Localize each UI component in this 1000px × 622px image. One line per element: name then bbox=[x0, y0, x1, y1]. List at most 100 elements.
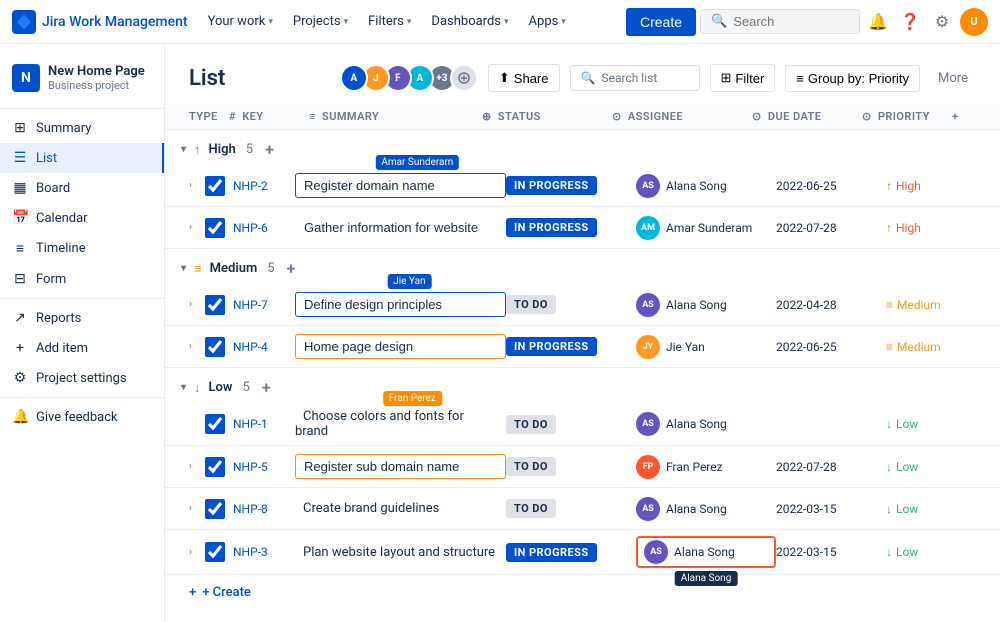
sidebar-project: N New Home Page Business project bbox=[0, 56, 164, 104]
group-high-add[interactable]: + bbox=[265, 140, 274, 159]
summary-input-nhp4[interactable] bbox=[295, 334, 506, 359]
row-key-nhp5[interactable]: NHP-5 bbox=[225, 460, 295, 474]
nav-dashboards[interactable]: Dashboards ▾ bbox=[423, 10, 516, 33]
tooltip-fran-perez: Fran Perez bbox=[383, 391, 442, 406]
search-list-input[interactable]: 🔍 Search list bbox=[570, 65, 700, 91]
row-priority-nhp8: ↓ Low bbox=[886, 502, 976, 516]
row-key-nhp6[interactable]: NHP-6 bbox=[225, 221, 295, 235]
col-add-header[interactable]: + bbox=[952, 110, 976, 123]
sidebar-item-calendar[interactable]: 📅 Calendar bbox=[0, 203, 164, 233]
search-input[interactable] bbox=[733, 14, 833, 29]
row-key-nhp3[interactable]: NHP-3 bbox=[225, 545, 295, 559]
row-checkbox-nhp4[interactable] bbox=[205, 337, 225, 357]
nav-projects[interactable]: Projects ▾ bbox=[285, 10, 356, 33]
settings-button[interactable]: ⚙ bbox=[928, 8, 956, 36]
assignee-tooltip-nhp3: Alana Song bbox=[675, 571, 738, 586]
priority-icon-nhp8: ↓ bbox=[886, 502, 892, 516]
assignee-avatar-nhp8: AS bbox=[636, 497, 660, 521]
sidebar-item-board[interactable]: ▦ Board bbox=[0, 173, 164, 203]
avatar-add[interactable] bbox=[450, 64, 478, 92]
status-badge-nhp8: TO DO bbox=[506, 499, 556, 518]
priority-icon-nhp4: ≡ bbox=[886, 340, 893, 354]
row-checkbox-nhp3[interactable] bbox=[205, 542, 225, 562]
assignee-avatar-nhp7: AS bbox=[636, 293, 660, 317]
nav-apps[interactable]: Apps ▾ bbox=[521, 10, 574, 33]
chevron-down-icon: ▾ bbox=[407, 17, 412, 27]
row-duedate-nhp6: 2022-07-28 bbox=[776, 221, 886, 235]
row-checkbox-nhp6[interactable] bbox=[205, 218, 225, 238]
jira-logo-icon bbox=[12, 10, 36, 34]
row-expand-nhp2[interactable]: › bbox=[189, 180, 205, 191]
row-key-nhp4[interactable]: NHP-4 bbox=[225, 340, 295, 354]
row-key-nhp2[interactable]: NHP-2 bbox=[225, 179, 295, 193]
row-checkbox-nhp1[interactable] bbox=[205, 414, 225, 434]
assignee-avatar-nhp1: AS bbox=[636, 412, 660, 436]
sidebar-item-list[interactable]: ☰ List bbox=[0, 143, 164, 173]
row-expand-nhp7[interactable]: › bbox=[189, 299, 205, 310]
row-checkbox-nhp8[interactable] bbox=[205, 499, 225, 519]
row-priority-nhp7: ≡ Medium bbox=[886, 298, 976, 312]
form-icon: ⊟ bbox=[12, 271, 28, 287]
row-expand-nhp3[interactable]: › bbox=[189, 547, 205, 558]
share-button[interactable]: ⬆ Share bbox=[488, 64, 560, 92]
nav-filters[interactable]: Filters ▾ bbox=[360, 10, 419, 33]
row-checkbox-nhp2[interactable] bbox=[205, 176, 225, 196]
hash-icon: # bbox=[229, 110, 236, 123]
sidebar-item-summary[interactable]: ⊞ Summary bbox=[0, 113, 164, 143]
sidebar-item-reports[interactable]: ↗ Reports bbox=[0, 303, 164, 333]
sidebar-item-project-settings[interactable]: ⚙ Project settings bbox=[0, 363, 164, 393]
sidebar-item-add-item[interactable]: + Add item bbox=[0, 333, 164, 363]
row-duedate-nhp3: 2022-03-15 bbox=[776, 545, 886, 559]
col-duedate-header: ⊙ Due date bbox=[752, 110, 862, 123]
summary-input-nhp6[interactable] bbox=[295, 215, 506, 240]
more-button[interactable]: More bbox=[930, 66, 976, 91]
high-priority-icon: ↑ bbox=[194, 142, 201, 158]
top-nav: Jira Work Management Your work ▾ Project… bbox=[0, 0, 1000, 44]
priority-col-icon: ⊙ bbox=[862, 110, 872, 123]
priority-icon-nhp2: ↑ bbox=[886, 179, 892, 193]
row-key-nhp1[interactable]: NHP-1 bbox=[225, 417, 295, 431]
group-by-button[interactable]: ≡ Group by: Priority bbox=[785, 65, 920, 92]
row-key-nhp8[interactable]: NHP-8 bbox=[225, 502, 295, 516]
summary-input-nhp2[interactable] bbox=[295, 173, 506, 198]
group-low-add[interactable]: + bbox=[262, 378, 271, 397]
group-low-expand[interactable]: ▾ bbox=[181, 382, 186, 393]
assignee-name-nhp8: Alana Song bbox=[666, 502, 727, 516]
sidebar-item-form[interactable]: ⊟ Form bbox=[0, 264, 164, 294]
create-row[interactable]: + + Create bbox=[165, 575, 1000, 610]
group-medium-add[interactable]: + bbox=[287, 259, 296, 278]
help-button[interactable]: ❓ bbox=[896, 8, 924, 36]
summary-input-nhp7[interactable] bbox=[295, 292, 506, 317]
reports-icon: ↗ bbox=[12, 310, 28, 326]
assignee-name-nhp5: Fran Perez bbox=[666, 460, 723, 474]
row-priority-nhp1: ↓ Low bbox=[886, 417, 976, 431]
sidebar-item-timeline[interactable]: ≡ Timeline bbox=[0, 233, 164, 264]
avatar-1[interactable]: A bbox=[340, 64, 368, 92]
group-high-expand[interactable]: ▾ bbox=[181, 144, 186, 155]
row-expand-nhp5[interactable]: › bbox=[189, 461, 205, 472]
summary-input-nhp5[interactable] bbox=[295, 454, 506, 479]
status-badge-nhp5: TO DO bbox=[506, 457, 556, 476]
share-icon: ⬆ bbox=[499, 70, 510, 86]
row-duedate-nhp7: 2022-04-28 bbox=[776, 298, 886, 312]
group-medium-expand[interactable]: ▾ bbox=[181, 263, 186, 274]
nav-logo[interactable]: Jira Work Management bbox=[12, 10, 188, 34]
chevron-down-icon: ▾ bbox=[344, 17, 349, 27]
user-avatar[interactable]: U bbox=[960, 8, 988, 36]
summary-text-nhp1: Choose colors and fonts for brand bbox=[295, 405, 464, 443]
filter-button[interactable]: ⊞ Filter bbox=[710, 64, 776, 92]
row-expand-nhp8[interactable]: › bbox=[189, 503, 205, 514]
create-button[interactable]: Create bbox=[626, 8, 696, 36]
sidebar-item-give-feedback[interactable]: 🔔 Give feedback bbox=[0, 402, 164, 432]
nav-your-work[interactable]: Your work ▾ bbox=[200, 10, 281, 33]
notifications-button[interactable]: 🔔 bbox=[864, 8, 892, 36]
row-assignee-nhp3: AS Alana Song Alana Song bbox=[636, 536, 776, 568]
row-expand-nhp6[interactable]: › bbox=[189, 222, 205, 233]
row-expand-nhp4[interactable]: › bbox=[189, 341, 205, 352]
row-status-nhp2: IN PROGRESS bbox=[506, 178, 636, 193]
group-medium-count: 5 bbox=[267, 261, 274, 276]
row-key-nhp7[interactable]: NHP-7 bbox=[225, 298, 295, 312]
row-checkbox-nhp7[interactable] bbox=[205, 295, 225, 315]
search-box[interactable]: 🔍 bbox=[700, 9, 860, 34]
row-checkbox-nhp5[interactable] bbox=[205, 457, 225, 477]
